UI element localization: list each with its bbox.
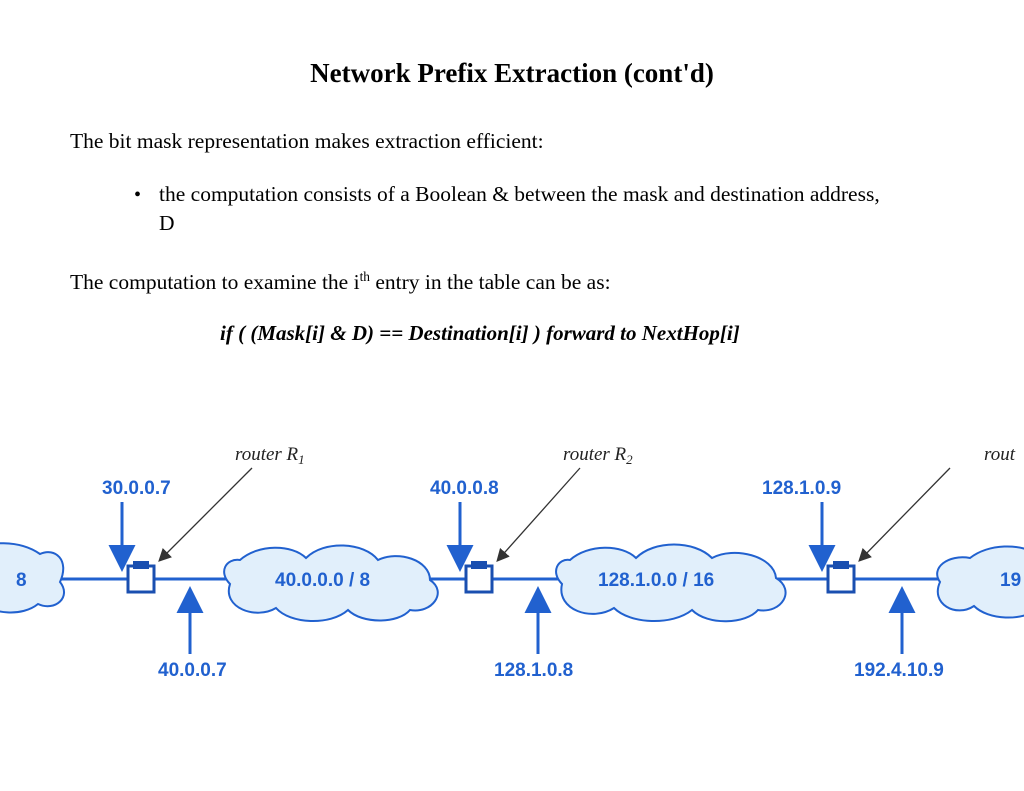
addr-top-3: 128.1.0.9 xyxy=(762,478,841,499)
svg-text:40.0.0.0 / 8: 40.0.0.0 / 8 xyxy=(275,570,370,591)
svg-text:8: 8 xyxy=(16,570,27,591)
cloud-mid-1: 40.0.0.0 / 8 xyxy=(224,545,438,621)
svg-text:19: 19 xyxy=(1000,570,1021,591)
router-2-label: router R2 xyxy=(563,444,633,467)
router-1-label: router R1 xyxy=(235,444,305,467)
addr-top-1: 30.0.0.7 xyxy=(102,478,171,499)
addr-top-2: 40.0.0.8 xyxy=(430,478,499,499)
addr-bot-1: 40.0.0.7 xyxy=(158,660,227,681)
router-1 xyxy=(128,561,154,592)
intro-paragraph: The bit mask representation makes extrac… xyxy=(70,127,954,156)
router-2 xyxy=(466,561,492,592)
cloud-right: 19 xyxy=(937,546,1024,617)
addr-bot-3: 192.4.10.9 xyxy=(854,660,944,681)
cloud-left: 8 xyxy=(0,543,64,612)
svg-text:128.1.0.0 / 16: 128.1.0.0 / 16 xyxy=(598,570,714,591)
cloud-mid-2: 128.1.0.0 / 16 xyxy=(556,545,785,622)
bullet-dot-icon: • xyxy=(134,182,141,209)
slide-title: Network Prefix Extraction (cont'd) xyxy=(70,58,954,89)
network-diagram: 8 40.0.0.0 / 8 128.1.0.0 / 16 19 xyxy=(0,432,1024,692)
bullet-item: • the computation consists of a Boolean … xyxy=(134,180,894,238)
router-3-label-partial: rout xyxy=(984,444,1016,465)
second-paragraph: The computation to examine the ith entry… xyxy=(70,268,954,297)
router-1-pointer xyxy=(160,468,252,560)
addr-bot-2: 128.1.0.8 xyxy=(494,660,573,681)
router-3-pointer xyxy=(860,468,950,560)
code-expression: if ( (Mask[i] & D) == Destination[i] ) f… xyxy=(220,321,954,346)
router-2-pointer xyxy=(498,468,580,560)
router-3 xyxy=(828,561,854,592)
bullet-text: the computation consists of a Boolean & … xyxy=(159,180,894,238)
